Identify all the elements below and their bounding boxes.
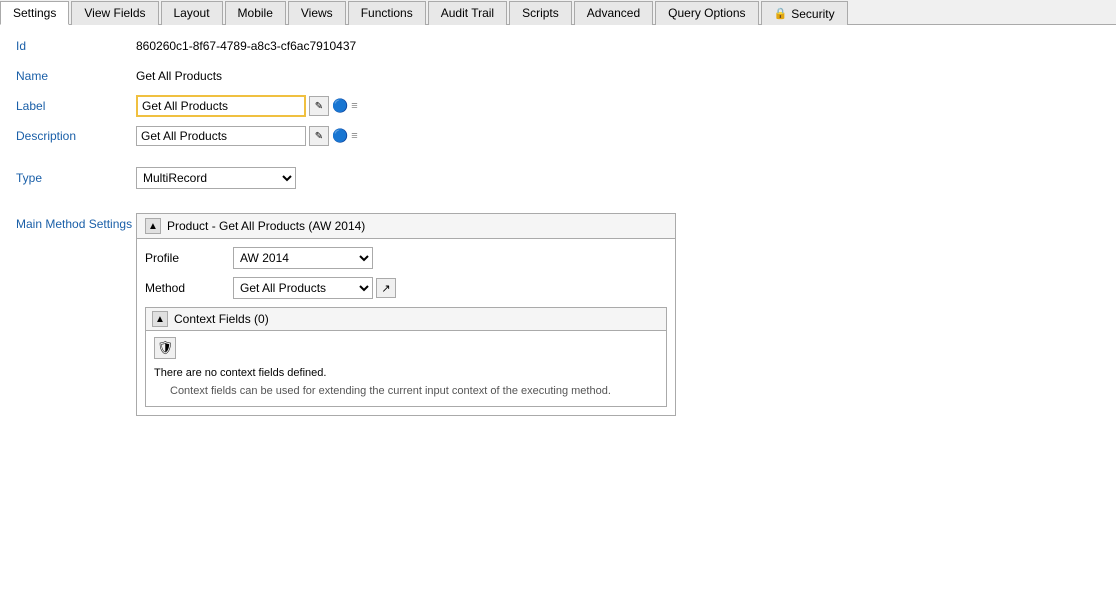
tab-mobile[interactable]: Mobile bbox=[225, 1, 286, 25]
name-label: Name bbox=[16, 69, 136, 83]
label-label: Label bbox=[16, 99, 136, 113]
method-select[interactable]: Get All Products bbox=[233, 277, 373, 299]
type-label: Type bbox=[16, 171, 136, 185]
shield-icon: 🛡 bbox=[157, 340, 174, 356]
profile-row: Profile AW 2014 bbox=[145, 247, 667, 269]
profile-select-group: AW 2014 bbox=[233, 247, 373, 269]
label-edit-button[interactable]: ✎ bbox=[309, 96, 329, 116]
type-row: Type MultiRecord bbox=[16, 167, 1100, 189]
label-row: Label ✎ 🔵 ≡ bbox=[16, 95, 1100, 117]
context-fields-title: Context Fields (0) bbox=[174, 312, 269, 326]
method-select-group: Get All Products ↗ bbox=[233, 277, 396, 299]
type-select-group: MultiRecord bbox=[136, 167, 296, 189]
tab-functions[interactable]: Functions bbox=[348, 1, 426, 25]
label-input[interactable] bbox=[136, 95, 306, 117]
context-hint-text: Context fields can be used for extending… bbox=[170, 383, 658, 401]
tab-advanced[interactable]: Advanced bbox=[574, 1, 653, 25]
context-fields-box: ▲ Context Fields (0) 🛡 There are no cont… bbox=[145, 307, 667, 407]
id-value: 860260c1-8f67-4789-a8c3-cf6ac7910437 bbox=[136, 39, 356, 53]
description-edit-button[interactable]: ✎ bbox=[309, 126, 329, 146]
no-context-text: There are no context fields defined. bbox=[154, 365, 658, 383]
tab-scripts[interactable]: Scripts bbox=[509, 1, 572, 25]
main-method-section: Main Method Settings ▲ Product - Get All… bbox=[16, 213, 1100, 416]
profile-select[interactable]: AW 2014 bbox=[233, 247, 373, 269]
context-add-button[interactable]: 🛡 bbox=[154, 337, 176, 359]
tab-layout[interactable]: Layout bbox=[161, 1, 223, 25]
type-select[interactable]: MultiRecord bbox=[136, 167, 296, 189]
tab-bar: Settings View Fields Layout Mobile Views… bbox=[0, 0, 1116, 25]
context-fields-collapse-button[interactable]: ▲ bbox=[152, 311, 168, 327]
tab-settings[interactable]: Settings bbox=[0, 1, 69, 25]
tab-views[interactable]: Views bbox=[288, 1, 346, 25]
method-row: Method Get All Products ↗ bbox=[145, 277, 667, 299]
tab-security[interactable]: 🔒 Security bbox=[761, 1, 848, 25]
description-input-group: ✎ 🔵 ≡ bbox=[136, 126, 358, 146]
description-input[interactable] bbox=[136, 126, 306, 146]
id-label: Id bbox=[16, 39, 136, 53]
name-row: Name Get All Products bbox=[16, 65, 1100, 87]
lock-icon: 🔒 bbox=[774, 7, 788, 20]
main-method-label: Main Method Settings bbox=[16, 213, 136, 416]
settings-content: Id 860260c1-8f67-4789-a8c3-cf6ac7910437 … bbox=[0, 25, 1116, 426]
tab-audit-trail[interactable]: Audit Trail bbox=[428, 1, 507, 25]
description-row: Description ✎ 🔵 ≡ bbox=[16, 125, 1100, 147]
tab-view-fields[interactable]: View Fields bbox=[71, 1, 158, 25]
method-box: ▲ Product - Get All Products (AW 2014) P… bbox=[136, 213, 676, 416]
context-fields-content: 🛡 There are no context fields defined. C… bbox=[146, 331, 666, 406]
profile-label: Profile bbox=[145, 251, 225, 265]
description-info-icon: 🔵 bbox=[332, 128, 348, 144]
name-value: Get All Products bbox=[136, 69, 222, 83]
label-extra-icon: ≡ bbox=[351, 100, 357, 112]
context-fields-header: ▲ Context Fields (0) bbox=[146, 308, 666, 331]
label-info-icon: 🔵 bbox=[332, 98, 348, 114]
description-extra-icon: ≡ bbox=[351, 130, 357, 142]
method-box-title: Product - Get All Products (AW 2014) bbox=[167, 219, 365, 233]
context-info: There are no context fields defined. Con… bbox=[154, 365, 658, 400]
description-label: Description bbox=[16, 129, 136, 143]
method-box-header: ▲ Product - Get All Products (AW 2014) bbox=[137, 214, 675, 239]
method-label: Method bbox=[145, 281, 225, 295]
tab-query-options[interactable]: Query Options bbox=[655, 1, 758, 25]
id-row: Id 860260c1-8f67-4789-a8c3-cf6ac7910437 bbox=[16, 35, 1100, 57]
label-input-group: ✎ 🔵 ≡ bbox=[136, 95, 358, 117]
method-collapse-button[interactable]: ▲ bbox=[145, 218, 161, 234]
method-navigate-button[interactable]: ↗ bbox=[376, 278, 396, 298]
method-box-content: Profile AW 2014 Method Get All Products bbox=[137, 239, 675, 415]
